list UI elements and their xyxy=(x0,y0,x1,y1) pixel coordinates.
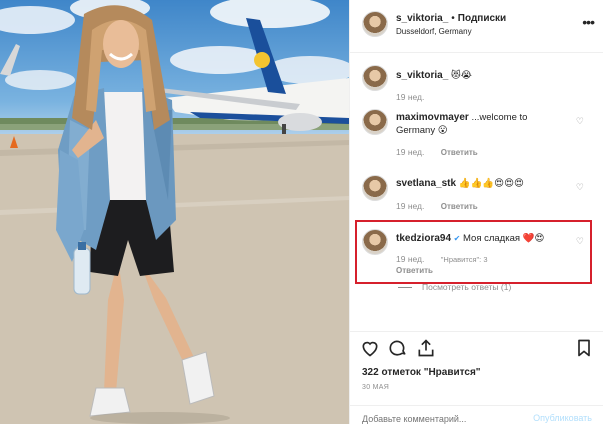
comment-text-line: s_viktoria_ 😻😭 xyxy=(396,69,566,82)
likes-count[interactable]: 322 отметок "Нравится" xyxy=(362,367,481,378)
header-user-line: s_viktoria_ • Подписки xyxy=(396,13,506,24)
comment-item: maximovmayer ...welcome to Germany 😮 ♡ 1… xyxy=(350,106,603,166)
post-date: 30 МАЯ xyxy=(362,384,390,391)
comment-username[interactable]: svetlana_stk xyxy=(396,178,456,189)
separator-dot: • xyxy=(451,13,455,24)
add-comment-bar: Опубликовать xyxy=(350,405,603,424)
instagram-post: s_viktoria_ • Подписки Dusseldorf, Germany… xyxy=(0,0,603,424)
photo-illustration xyxy=(0,0,349,424)
comment-age: 19 нед. xyxy=(396,201,425,211)
comment-meta: 19 нед. xyxy=(396,92,438,102)
avatar[interactable] xyxy=(362,109,388,135)
header-username[interactable]: s_viktoria_ xyxy=(396,13,448,24)
comment-text-line: maximovmayer ...welcome to Germany 😮 xyxy=(396,111,566,137)
comment-item: svetlana_stk 👍👍👍😍😍😍 ♡ 19 нед. Ответить xyxy=(350,172,603,220)
reply-button[interactable]: Ответить xyxy=(441,148,478,157)
comment-text: 👍👍👍😍😍😍 xyxy=(458,178,524,189)
heart-icon[interactable]: ♡ xyxy=(576,182,584,193)
post-side-panel: s_viktoria_ • Подписки Dusseldorf, Germany… xyxy=(349,0,603,424)
divider xyxy=(398,287,412,289)
publish-button[interactable]: Опубликовать xyxy=(533,413,592,423)
avatar[interactable] xyxy=(362,175,388,201)
heart-icon[interactable]: ♡ xyxy=(576,116,584,127)
bookmark-icon[interactable] xyxy=(574,338,594,358)
comment-input[interactable] xyxy=(362,413,502,424)
avatar[interactable] xyxy=(362,65,388,91)
heart-icon[interactable] xyxy=(360,338,380,358)
comment-meta: 19 нед. Ответить xyxy=(396,201,492,211)
reply-button[interactable]: Ответить xyxy=(441,202,478,211)
share-icon[interactable] xyxy=(416,338,436,358)
highlight-box xyxy=(355,220,592,284)
location-link[interactable]: Dusseldorf, Germany xyxy=(396,27,472,36)
comment-age: 19 нед. xyxy=(396,147,425,157)
divider xyxy=(350,331,603,332)
follow-button[interactable]: Подписки xyxy=(458,13,506,24)
more-horizontal-icon[interactable]: ••• xyxy=(582,14,595,30)
comment-username[interactable]: s_viktoria_ xyxy=(396,70,448,81)
comment-meta: 19 нед. Ответить xyxy=(396,147,492,157)
comment-age: 19 нед. xyxy=(396,92,425,102)
post-photo[interactable] xyxy=(0,0,349,424)
comment-item: s_viktoria_ 😻😭 19 нед. xyxy=(350,62,603,107)
comment-text: 😻😭 xyxy=(450,70,472,81)
action-bar xyxy=(350,336,603,362)
comment-username[interactable]: maximovmayer xyxy=(396,112,469,123)
avatar[interactable] xyxy=(362,11,388,37)
comment-text-line: svetlana_stk 👍👍👍😍😍😍 xyxy=(396,177,566,190)
post-header: s_viktoria_ • Подписки Dusseldorf, Germany… xyxy=(350,0,603,53)
comment-icon[interactable] xyxy=(388,338,408,358)
